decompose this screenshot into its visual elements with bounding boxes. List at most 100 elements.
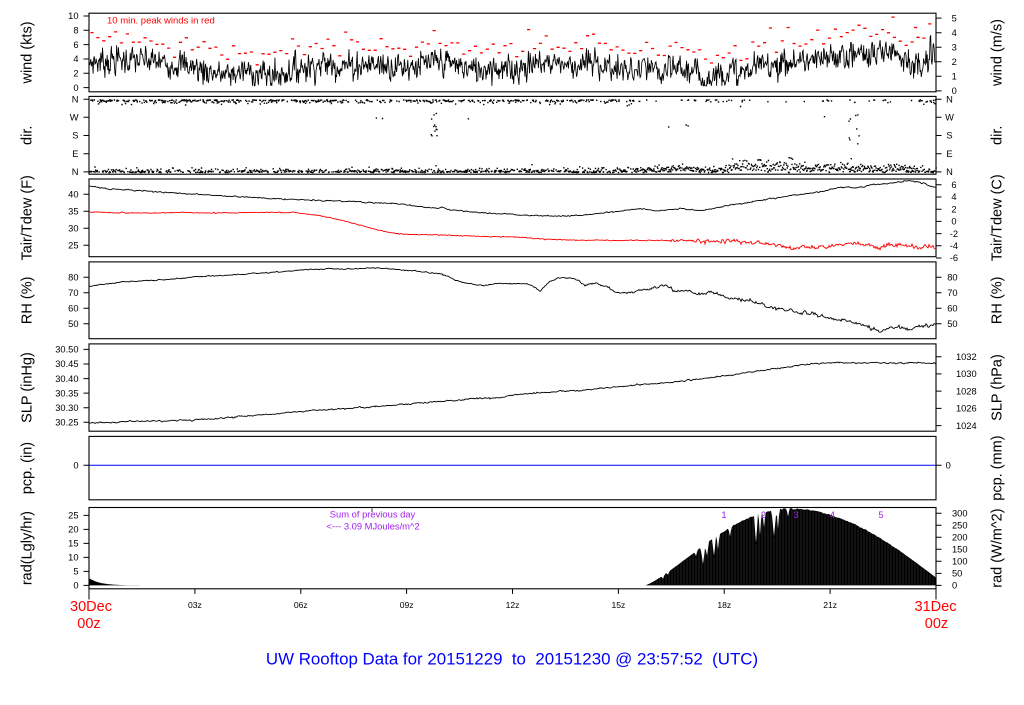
svg-text:3: 3 xyxy=(793,509,798,520)
svg-text:1: 1 xyxy=(721,509,726,520)
svg-text:50: 50 xyxy=(68,319,78,329)
svg-text:1024: 1024 xyxy=(956,421,977,431)
svg-text:<--- 3.09 MJoules/m^2: <--- 3.09 MJoules/m^2 xyxy=(326,520,419,531)
svg-text:S: S xyxy=(946,131,952,141)
svg-text:1028: 1028 xyxy=(956,386,977,396)
svg-text:N: N xyxy=(946,94,953,104)
svg-text:4: 4 xyxy=(73,54,78,64)
svg-text:4: 4 xyxy=(951,192,956,202)
svg-text:1030: 1030 xyxy=(956,369,977,379)
svg-text:-6: -6 xyxy=(950,253,958,263)
svg-text:150: 150 xyxy=(952,545,968,555)
svg-text:0: 0 xyxy=(73,83,78,93)
svg-text:10: 10 xyxy=(68,11,78,21)
svg-text:wind (m/s): wind (m/s) xyxy=(990,19,1006,87)
svg-text:40: 40 xyxy=(68,190,78,200)
svg-text:pcp. (in): pcp. (in) xyxy=(20,442,36,494)
svg-text:E: E xyxy=(946,149,952,159)
svg-text:2: 2 xyxy=(761,509,766,520)
svg-text:6: 6 xyxy=(951,180,956,190)
svg-text:5: 5 xyxy=(73,567,78,577)
svg-text:50: 50 xyxy=(947,319,957,329)
svg-text:06z: 06z xyxy=(294,600,308,610)
svg-text:0: 0 xyxy=(952,581,957,591)
svg-text:-4: -4 xyxy=(950,241,958,251)
svg-text:5: 5 xyxy=(952,13,957,23)
svg-text:60: 60 xyxy=(947,304,957,314)
svg-text:15z: 15z xyxy=(611,600,625,610)
svg-text:1: 1 xyxy=(952,72,957,82)
svg-text:15: 15 xyxy=(68,539,78,549)
svg-text:00z: 00z xyxy=(925,616,948,632)
svg-text:4: 4 xyxy=(830,509,835,520)
svg-text:Sum of previous day: Sum of previous day xyxy=(330,509,416,520)
svg-text:E: E xyxy=(72,149,78,159)
svg-text:21z: 21z xyxy=(823,600,837,610)
svg-text:50: 50 xyxy=(952,569,962,579)
svg-text:dir.: dir. xyxy=(990,126,1006,145)
svg-text:30.35: 30.35 xyxy=(55,388,78,398)
svg-text:0: 0 xyxy=(951,217,956,227)
svg-text:200: 200 xyxy=(952,532,968,542)
svg-text:70: 70 xyxy=(947,288,957,298)
svg-text:RH (%): RH (%) xyxy=(20,277,36,325)
svg-text:-2: -2 xyxy=(950,229,958,239)
svg-text:30: 30 xyxy=(68,223,78,233)
svg-text:250: 250 xyxy=(952,520,968,530)
svg-text:4: 4 xyxy=(952,28,957,38)
svg-text:60: 60 xyxy=(68,304,78,314)
svg-text:30.50: 30.50 xyxy=(55,345,78,355)
svg-text:rad (W/m^2): rad (W/m^2) xyxy=(990,508,1006,587)
svg-text:SLP (hPa): SLP (hPa) xyxy=(990,354,1006,421)
svg-text:8: 8 xyxy=(73,26,78,36)
svg-text:Tair/Tdew (C): Tair/Tdew (C) xyxy=(990,174,1006,261)
svg-text:6: 6 xyxy=(73,40,78,50)
svg-text:0: 0 xyxy=(73,581,78,591)
svg-text:2: 2 xyxy=(951,204,956,214)
svg-text:UW Rooftop Data for 20151229: UW Rooftop Data for 20151229 to 20151230… xyxy=(266,649,758,668)
svg-text:100: 100 xyxy=(952,557,968,567)
svg-text:30.40: 30.40 xyxy=(55,374,78,384)
svg-text:rad(Lgly/hr): rad(Lgly/hr) xyxy=(20,511,36,585)
svg-text:2: 2 xyxy=(73,69,78,79)
svg-text:35: 35 xyxy=(68,206,78,216)
svg-text:Tair/Tdew (F): Tair/Tdew (F) xyxy=(20,175,36,260)
svg-text:12z: 12z xyxy=(506,600,520,610)
svg-text:09z: 09z xyxy=(400,600,414,610)
svg-text:300: 300 xyxy=(952,508,968,518)
svg-text:W: W xyxy=(70,113,79,123)
svg-text:03z: 03z xyxy=(188,600,202,610)
svg-text:dir.: dir. xyxy=(20,126,36,145)
svg-text:70: 70 xyxy=(68,288,78,298)
svg-text:SLP (inHg): SLP (inHg) xyxy=(20,352,36,423)
svg-text:30.25: 30.25 xyxy=(55,418,78,428)
svg-text:0: 0 xyxy=(946,461,951,471)
svg-text:N: N xyxy=(946,167,953,177)
svg-text:5: 5 xyxy=(878,509,883,520)
svg-text:80: 80 xyxy=(68,273,78,283)
svg-text:N: N xyxy=(72,94,79,104)
svg-text:N: N xyxy=(72,167,79,177)
svg-text:0: 0 xyxy=(73,461,78,471)
svg-text:S: S xyxy=(72,131,78,141)
svg-text:25: 25 xyxy=(68,240,78,250)
svg-text:pcp. (mm): pcp. (mm) xyxy=(990,435,1006,500)
svg-text:2: 2 xyxy=(952,57,957,67)
svg-text:18z: 18z xyxy=(717,600,731,610)
svg-text:80: 80 xyxy=(947,273,957,283)
svg-text:20: 20 xyxy=(68,525,78,535)
svg-text:30Dec: 30Dec xyxy=(70,599,112,615)
svg-text:W: W xyxy=(945,113,954,123)
svg-text:00z: 00z xyxy=(77,616,100,632)
svg-text:30.45: 30.45 xyxy=(55,359,78,369)
svg-text:30.30: 30.30 xyxy=(55,403,78,413)
svg-text:1026: 1026 xyxy=(956,404,977,414)
svg-text:RH (%): RH (%) xyxy=(990,277,1006,325)
svg-text:wind (kts): wind (kts) xyxy=(20,21,36,84)
svg-text:25: 25 xyxy=(68,511,78,521)
svg-text:10: 10 xyxy=(68,553,78,563)
svg-text:3: 3 xyxy=(952,42,957,52)
svg-text:1032: 1032 xyxy=(956,352,977,362)
svg-text:31Dec: 31Dec xyxy=(915,599,957,615)
svg-text:10 min. peak winds in red: 10 min. peak winds in red xyxy=(107,15,215,26)
